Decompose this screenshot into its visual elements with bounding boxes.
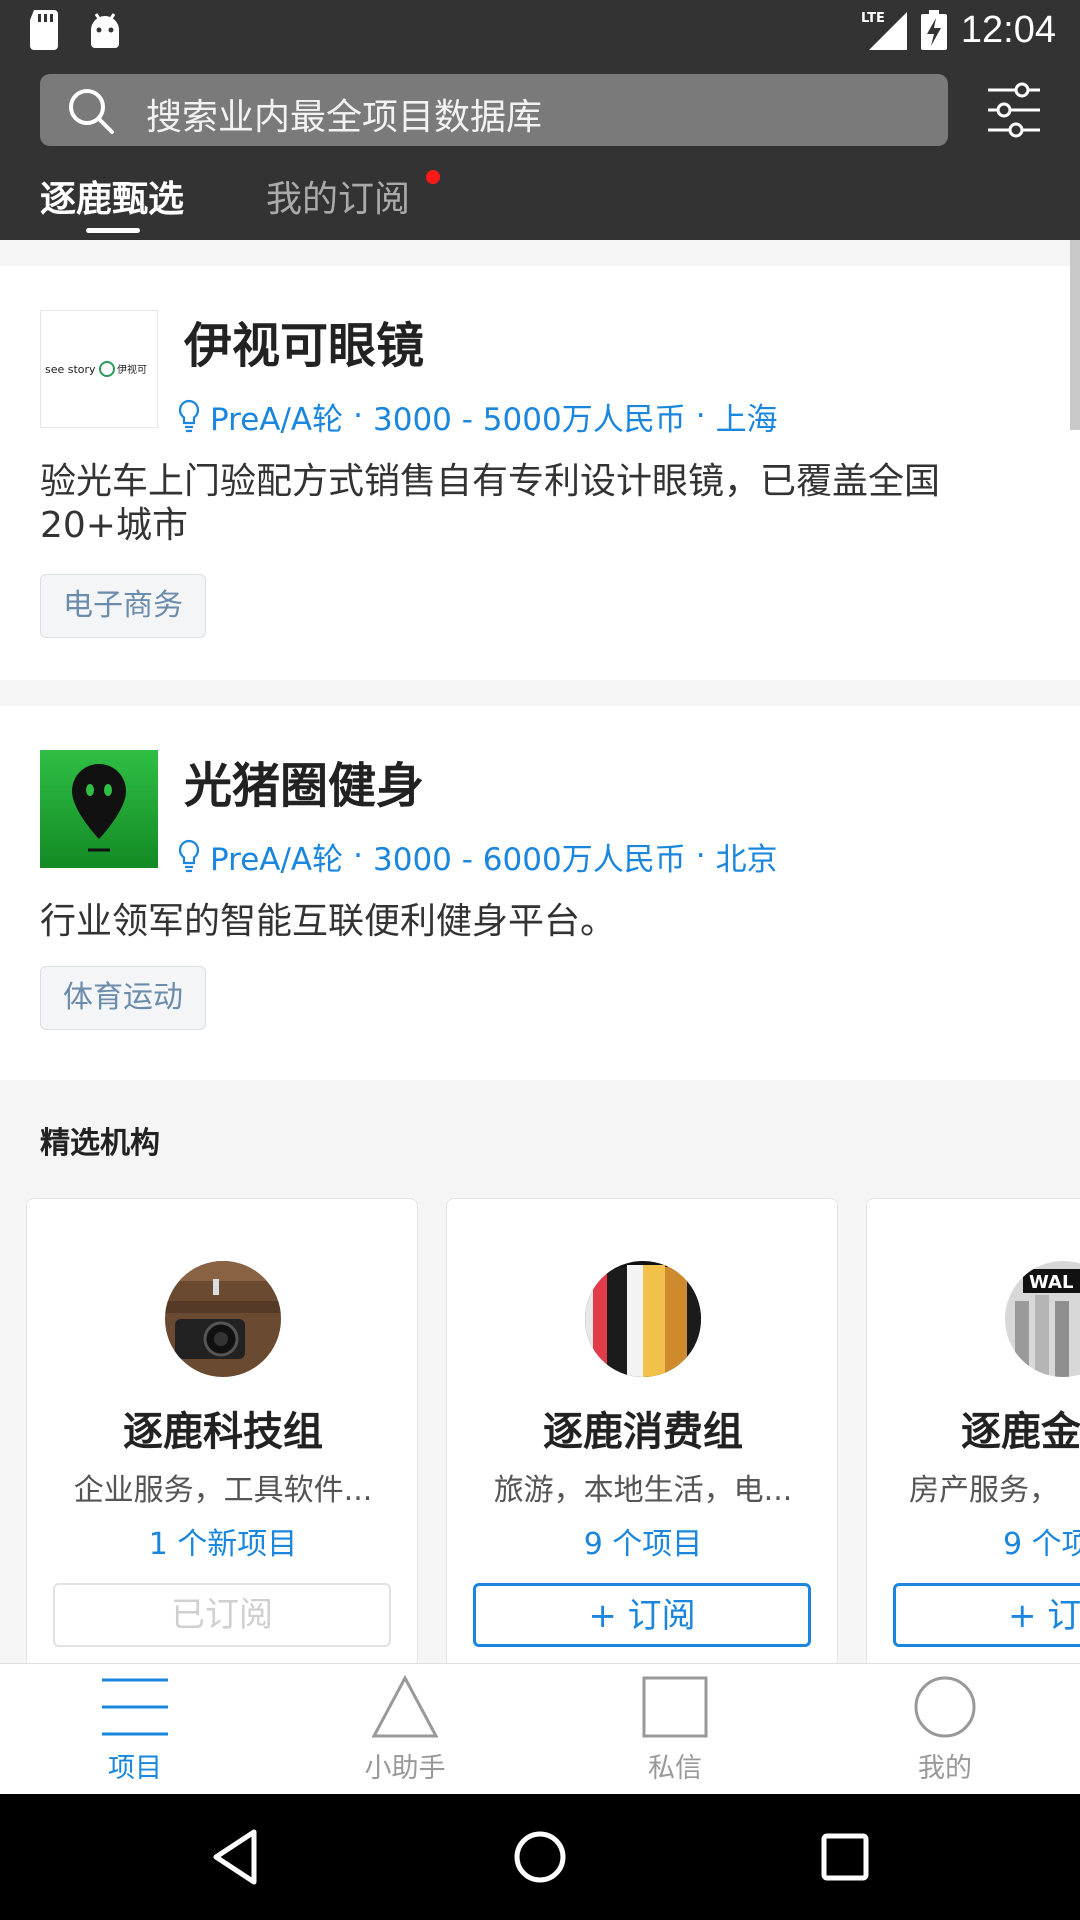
- pig-pin-logo: [40, 750, 158, 868]
- subscribe-button[interactable]: + 订: [893, 1583, 1080, 1647]
- org-sectors: 房产服务，: [909, 1473, 1059, 1508]
- tab-bar: 逐鹿甄选 我的订阅: [0, 160, 1080, 240]
- status-bar: LTE 12:04: [0, 0, 1080, 60]
- funding-amount: 3000 - 6000万人民币: [373, 841, 686, 878]
- square-icon: [642, 1676, 708, 1738]
- battery-charging-icon: [920, 10, 947, 50]
- project-description: 行业领军的智能互联便利健身平台。: [40, 901, 617, 942]
- wall-street-photo: WAL: [1005, 1261, 1080, 1377]
- search-input[interactable]: 搜索业内最全项目数据库: [40, 74, 948, 146]
- svg-text:see story: see story: [45, 363, 96, 376]
- meta-separator: ·: [695, 838, 706, 874]
- tab-my-subscriptions[interactable]: 我的订阅: [266, 170, 410, 222]
- meta-separator: ·: [353, 398, 364, 434]
- nav-item-messages[interactable]: 私信: [540, 1664, 810, 1795]
- subscribe-button[interactable]: + 订阅: [473, 1583, 811, 1647]
- camera-photo: [165, 1261, 281, 1377]
- clock: 12:04: [960, 8, 1056, 51]
- org-card[interactable]: WAL 逐鹿金 房产服务， 9 个项 + 订: [866, 1198, 1080, 1663]
- filter-settings-icon[interactable]: [986, 82, 1042, 138]
- street-sign-text: WAL: [1029, 1272, 1073, 1293]
- org-card[interactable]: 逐鹿科技组 企业服务，工具软件... 1 个新项目 已订阅: [26, 1198, 418, 1663]
- nav-item-assistant[interactable]: 小助手: [270, 1664, 540, 1795]
- signal-icon: LTE: [861, 11, 907, 50]
- recents-icon[interactable]: [810, 1822, 880, 1892]
- bottom-nav: 项目 小助手 私信 我的: [0, 1663, 1080, 1794]
- circle-icon: [914, 1676, 976, 1738]
- lightbulb-icon: [178, 839, 200, 873]
- nav-label: 我的: [918, 1753, 972, 1784]
- lightbulb-icon: [178, 399, 200, 433]
- project-card[interactable]: 光猪圈健身 PreA/A轮 · 3000 - 6000万人民币 · 北京 行业领…: [0, 706, 1080, 1080]
- network-label: LTE: [861, 11, 885, 26]
- active-tab-indicator: [86, 228, 140, 233]
- subscribed-button[interactable]: 已订阅: [53, 1583, 391, 1647]
- nav-label: 小助手: [364, 1753, 446, 1784]
- project-meta: PreA/A轮 · 3000 - 6000万人民币 · 北京: [178, 834, 778, 878]
- project-city: 上海: [715, 401, 778, 438]
- org-avatar: WAL: [1005, 1261, 1080, 1377]
- project-logo: see story 伊视可: [40, 310, 158, 428]
- nav-item-projects[interactable]: 项目: [0, 1664, 270, 1795]
- project-feed: see story 伊视可 伊视可眼镜 PreA/A轮 · 3000 - 500…: [0, 240, 1080, 1663]
- clothes-rack-photo: [585, 1261, 701, 1377]
- featured-orgs-carousel[interactable]: 逐鹿科技组 企业服务，工具软件... 1 个新项目 已订阅 逐鹿消费组 旅游，本…: [0, 1198, 1080, 1663]
- org-avatar: [585, 1261, 701, 1377]
- nav-label: 私信: [648, 1753, 702, 1784]
- org-name: 逐鹿金: [961, 1409, 1080, 1455]
- menu-icon: [102, 1678, 168, 1736]
- triangle-icon: [372, 1674, 438, 1738]
- project-description: 验光车上门验配方式销售自有专利设计眼镜，已覆盖全国20+城市: [40, 461, 941, 546]
- meta-separator: ·: [353, 838, 364, 874]
- search-icon: [69, 89, 114, 134]
- project-name: 伊视可眼镜: [184, 318, 425, 374]
- org-name: 逐鹿消费组: [543, 1409, 743, 1455]
- org-sectors: 旅游，本地生活，电...: [493, 1473, 793, 1508]
- search-placeholder: 搜索业内最全项目数据库: [146, 97, 543, 138]
- project-card[interactable]: see story 伊视可 伊视可眼镜 PreA/A轮 · 3000 - 500…: [0, 266, 1080, 680]
- meta-separator: ·: [695, 398, 706, 434]
- org-sectors: 企业服务，工具软件...: [73, 1473, 373, 1508]
- back-icon[interactable]: [200, 1822, 270, 1892]
- svg-text:伊视可: 伊视可: [117, 363, 147, 376]
- app-header: 搜索业内最全项目数据库 逐鹿甄选 我的订阅: [0, 60, 1080, 240]
- android-icon: [91, 13, 119, 48]
- org-project-count: 1 个新项目: [148, 1527, 298, 1562]
- sd-card-icon: [30, 10, 58, 50]
- nav-item-me[interactable]: 我的: [810, 1664, 1080, 1795]
- funding-round: PreA/A轮: [210, 401, 344, 438]
- notification-dot: [426, 170, 440, 184]
- see-story-logo: see story 伊视可: [41, 311, 157, 427]
- home-icon[interactable]: [505, 1822, 575, 1892]
- org-card[interactable]: 逐鹿消费组 旅游，本地生活，电... 9 个项目 + 订阅: [446, 1198, 838, 1663]
- project-meta: PreA/A轮 · 3000 - 5000万人民币 · 上海: [178, 394, 778, 438]
- funding-amount: 3000 - 5000万人民币: [373, 401, 686, 438]
- industry-tag[interactable]: 电子商务: [40, 574, 206, 638]
- org-name: 逐鹿科技组: [123, 1409, 323, 1455]
- org-project-count: 9 个项: [1003, 1527, 1080, 1562]
- funding-round: PreA/A轮: [210, 841, 344, 878]
- system-nav-bar: [0, 1794, 1080, 1920]
- project-name: 光猪圈健身: [184, 758, 425, 814]
- industry-tag[interactable]: 体育运动: [40, 966, 206, 1030]
- scrollbar[interactable]: [1070, 240, 1080, 430]
- app-screen: LTE 12:04 搜索业内最全项目数据库 逐鹿甄选 我的订阅 see stor…: [0, 0, 1080, 1920]
- org-project-count: 9 个项目: [583, 1527, 703, 1562]
- org-avatar: [165, 1261, 281, 1377]
- nav-label: 项目: [108, 1753, 162, 1784]
- tab-featured[interactable]: 逐鹿甄选: [40, 170, 184, 222]
- project-logo: [40, 750, 158, 868]
- section-title: 精选机构: [40, 1126, 160, 1161]
- project-city: 北京: [715, 841, 778, 878]
